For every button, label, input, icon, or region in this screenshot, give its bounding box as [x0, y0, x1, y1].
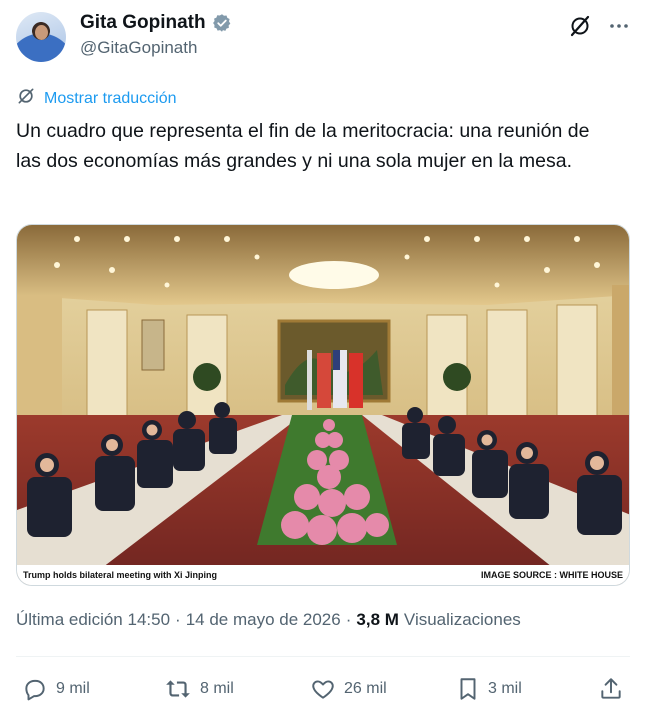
- grok-icon[interactable]: [568, 14, 592, 38]
- avatar[interactable]: [16, 12, 66, 62]
- more-options-icon[interactable]: [608, 15, 630, 37]
- photo-source: IMAGE SOURCE : WHITE HOUSE: [480, 570, 623, 580]
- meeting-photo: [17, 225, 629, 585]
- reply-button[interactable]: 9 mil: [22, 672, 90, 706]
- meta-separator: ·: [345, 610, 352, 629]
- bookmark-count: 3 mil: [488, 680, 522, 697]
- translate-label[interactable]: Mostrar traducción: [44, 90, 177, 108]
- bookmark-icon: [456, 676, 480, 702]
- share-button[interactable]: [598, 672, 624, 706]
- like-count: 26 mil: [344, 680, 387, 697]
- show-translation-link[interactable]: Mostrar traducción: [16, 86, 177, 111]
- edit-timestamp[interactable]: Última edición 14:50: [16, 610, 170, 630]
- tweet-header: Gita Gopinath @GitaGopinath: [16, 10, 630, 64]
- display-name[interactable]: Gita Gopinath: [80, 12, 206, 34]
- repost-count: 8 mil: [200, 680, 234, 697]
- header-actions: [568, 14, 630, 38]
- views-label[interactable]: Visualizaciones: [404, 610, 521, 630]
- reply-count: 9 mil: [56, 680, 90, 697]
- tweet-text: Un cuadro que representa el fin de la me…: [16, 120, 590, 172]
- handle[interactable]: @GitaGopinath: [80, 38, 232, 58]
- tweet-meta: Última edición 14:50 · 14 de mayo de 202…: [16, 610, 521, 630]
- action-bar: 9 mil 8 mil 26 mil 3 mil: [16, 672, 630, 706]
- author-block: Gita Gopinath @GitaGopinath: [80, 12, 232, 58]
- views-count[interactable]: 3,8 M: [356, 610, 399, 630]
- meta-separator: ·: [175, 610, 181, 629]
- repost-button[interactable]: 8 mil: [164, 672, 234, 706]
- share-icon: [598, 676, 624, 702]
- verified-badge-icon[interactable]: [212, 13, 232, 33]
- photo-caption-bar: Trump holds bilateral meeting with Xi Ji…: [17, 565, 629, 585]
- reply-icon: [22, 676, 48, 702]
- repost-icon: [164, 676, 192, 702]
- bookmark-button[interactable]: 3 mil: [456, 672, 522, 706]
- translate-icon: [16, 86, 36, 111]
- like-button[interactable]: 26 mil: [310, 672, 387, 706]
- post-date[interactable]: 14 de mayo de 2026: [186, 610, 341, 630]
- divider: [16, 656, 630, 657]
- photo-caption: Trump holds bilateral meeting with Xi Ji…: [23, 570, 218, 580]
- heart-icon: [310, 676, 336, 702]
- tweet-photo[interactable]: Trump holds bilateral meeting with Xi Ji…: [16, 224, 630, 586]
